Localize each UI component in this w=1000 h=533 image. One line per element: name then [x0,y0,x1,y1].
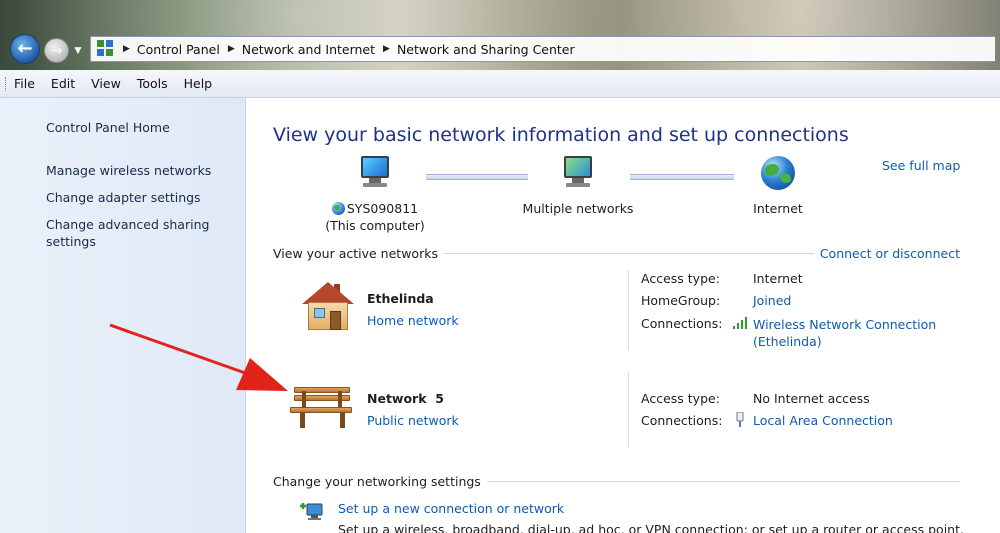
network-location-link[interactable]: Home network [367,313,459,328]
change-settings-title: Change your networking settings [273,473,481,489]
divider [628,270,629,350]
network-location-link[interactable]: Public network [367,413,459,428]
divider [486,480,960,482]
change-advanced-sharing-settings-link[interactable]: Change advanced sharing settings [46,216,241,250]
change-settings-header: Change your networking settings [273,473,960,489]
control-panel-icon [97,40,115,58]
manage-wireless-networks-link[interactable]: Manage wireless networks [46,162,241,179]
history-dropdown-icon[interactable]: ▼ [72,45,84,57]
divider [628,372,629,448]
local-area-connection-link[interactable]: Local Area Connection [753,413,893,428]
access-type-value: No Internet access [753,391,870,406]
connect-or-disconnect-link[interactable]: Connect or disconnect [814,246,960,261]
breadcrumb-control-panel[interactable]: Control Panel [137,42,220,57]
this-computer-node[interactable]: SYS090811 (This computer) [300,156,450,234]
access-type-value: Internet [753,271,803,286]
new-connection-icon[interactable] [298,501,326,523]
set-up-new-connection-description: Set up a wireless, broadband, dial-up, a… [338,522,964,533]
divider [443,252,814,254]
menu-tools[interactable]: Tools [137,76,168,91]
network-name: Ethelinda [367,291,434,306]
computer-icon [357,156,393,190]
ethernet-plug-icon [736,412,744,427]
internet-label: Internet [753,201,803,216]
breadcrumb-network-and-sharing-center[interactable]: Network and Sharing Center [397,42,575,57]
homegroup-joined-link[interactable]: Joined [753,293,791,308]
breadcrumb-network-and-internet[interactable]: Network and Internet [242,42,375,57]
computer-name: SYS090811 [346,201,419,216]
bench-icon[interactable] [290,385,354,431]
internet-node[interactable]: Internet [738,156,818,217]
menu-file[interactable]: File [14,76,35,91]
globe-icon [331,202,345,215]
chevron-right-icon[interactable]: ▶ [123,44,130,54]
connection-ssid[interactable]: (Ethelinda) [753,333,936,350]
control-panel-home-link[interactable]: Control Panel Home [46,120,170,135]
house-icon[interactable] [298,282,354,332]
map-connector-line [630,174,734,180]
active-networks-title: View your active networks [273,245,438,261]
wifi-signal-icon [733,317,747,329]
see-full-map-link[interactable]: See full map [882,158,960,173]
address-bar[interactable]: ▶ Control Panel ▶ Network and Internet ▶… [90,36,995,62]
chevron-right-icon[interactable]: ▶ [228,44,235,54]
forward-button[interactable]: → [44,38,69,63]
multiple-networks-label: Multiple networks [522,201,634,216]
connections-label: Connections: [641,413,723,428]
menu-bar: File Edit View Tools Help [0,70,1000,98]
network-computers-icon [560,156,596,190]
network-name: Network 5 [367,391,444,406]
access-type-label: Access type: [641,271,720,286]
menu-view[interactable]: View [91,76,121,91]
menu-help[interactable]: Help [184,76,213,91]
tasks-pane: Control Panel Home Manage wireless netwo… [0,98,246,533]
internet-globe-icon [761,156,795,190]
back-button[interactable]: ← [10,34,40,64]
set-up-new-connection-link[interactable]: Set up a new connection or network [338,501,564,516]
wireless-network-connection-link[interactable]: Wireless Network Connection (Ethelinda) [753,316,936,350]
multiple-networks-node[interactable]: Multiple networks [508,156,648,217]
connection-name[interactable]: Wireless Network Connection [753,316,936,333]
computer-sub: (This computer) [325,218,425,233]
page-title: View your basic network information and … [273,124,849,146]
forward-arrow-icon: → [50,42,63,59]
menu-edit[interactable]: Edit [51,76,75,91]
change-adapter-settings-link[interactable]: Change adapter settings [46,189,241,206]
chevron-right-icon[interactable]: ▶ [383,44,390,54]
title-bar: ← → ▼ ▶ Control Panel ▶ Network and Inte… [0,0,1000,70]
back-arrow-icon: ← [17,38,33,59]
homegroup-label: HomeGroup: [641,293,721,308]
active-networks-header: View your active networks Connect or dis… [273,245,960,261]
access-type-label: Access type: [641,391,720,406]
task-links: Manage wireless networks Change adapter … [46,162,241,260]
connections-label: Connections: [641,316,723,331]
